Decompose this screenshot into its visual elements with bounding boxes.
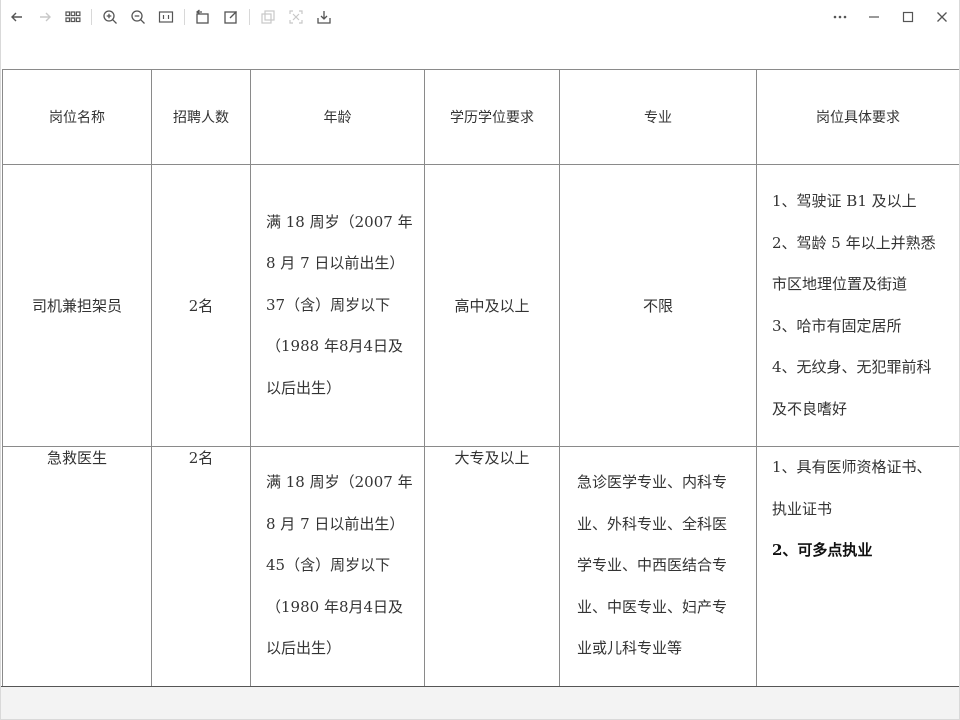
header-education: 学历学位要求: [424, 69, 560, 165]
toolbar-separator: [184, 9, 185, 25]
requirement-line: 及不良嗜好: [772, 399, 848, 418]
requirement-lines: 1、驾驶证 B1 及以上 2、驾龄 5 年以上并熟悉 市区地理位置及街道 3、哈…: [757, 181, 959, 430]
crop-icon[interactable]: [282, 3, 310, 31]
requirement-line-bold: 2、可多点执业: [772, 541, 873, 559]
requirement-lines: 1、具有医师资格证书、 执业证书 2、可多点执业: [757, 447, 959, 572]
cell-requirements: 1、驾驶证 B1 及以上 2、驾龄 5 年以上并熟悉 市区地理位置及街道 3、哈…: [756, 164, 959, 447]
requirement-line: 执业证书: [772, 499, 833, 518]
more-icon[interactable]: [823, 3, 857, 31]
cell-education: 大专及以上: [424, 446, 560, 688]
zoom-in-icon[interactable]: [96, 3, 124, 31]
page-gap: [1, 686, 959, 719]
window-controls: [823, 0, 959, 34]
header-major: 专业: [559, 69, 757, 165]
major-line: 业或儿科专业等: [577, 639, 683, 657]
age-line: 满 18 周岁（2007 年: [266, 212, 413, 231]
cell-position: 急救医生: [2, 446, 152, 688]
header-age: 年龄: [250, 69, 425, 165]
major-line: 学专业、中西医结合专: [577, 556, 728, 574]
requirement-line: 3、哈市有固定居所: [772, 316, 902, 335]
cell-major: 不限: [559, 164, 757, 447]
age-line: 37（含）周岁以下: [266, 295, 391, 314]
header-position: 岗位名称: [2, 69, 152, 165]
age-lines: 满 18 周岁（2007 年 8 月 7 日以前出生） 45（含）周岁以下 （1…: [251, 447, 424, 670]
age-line: （1988 年8月4日及: [266, 337, 404, 356]
major-line: 业、外科专业、全科医: [577, 514, 728, 533]
age-line: 8 月 7 日以前出生）: [266, 254, 405, 273]
cell-major: 急诊医学专业、内科专 业、外科专业、全科医 学专业、中西医结合专 业、中医专业、…: [559, 446, 757, 688]
document-viewport[interactable]: 岗位名称 招聘人数 年龄 学历学位要求 专业 岗位具体要求 司机兼担架员 2名 …: [1, 34, 959, 719]
edit-icon[interactable]: [217, 3, 245, 31]
actual-size-icon[interactable]: [152, 3, 180, 31]
table-row: 急救医生 2名 满 18 周岁（2007 年 8 月 7 日以前出生） 45（含…: [2, 446, 959, 688]
cell-requirements: 1、具有医师资格证书、 执业证书 2、可多点执业: [756, 446, 959, 688]
requirement-line: 1、具有医师资格证书、: [772, 458, 932, 476]
requirement-line: 1、驾驶证 B1 及以上: [772, 192, 917, 210]
age-line: 8 月 7 日以前出生）: [266, 514, 405, 533]
requirement-line: 市区地理位置及街道: [772, 275, 908, 293]
download-icon[interactable]: [310, 3, 338, 31]
requirement-line: 4、无纹身、无犯罪前科: [772, 358, 932, 376]
age-line: 以后出生）: [266, 378, 342, 397]
toolbar: [1, 0, 959, 34]
age-line: 以后出生）: [266, 639, 342, 657]
cell-count: 2名: [151, 446, 251, 688]
maximize-icon[interactable]: [891, 3, 925, 31]
cell-position: 司机兼担架员: [2, 164, 152, 447]
back-arrow-icon[interactable]: [3, 3, 31, 31]
table-row: 司机兼担架员 2名 满 18 周岁（2007 年 8 月 7 日以前出生） 37…: [2, 164, 959, 447]
header-count: 招聘人数: [151, 69, 251, 165]
header-requirements: 岗位具体要求: [756, 69, 959, 165]
age-line: （1980 年8月4日及: [266, 597, 404, 616]
minimize-icon[interactable]: [857, 3, 891, 31]
copy-icon[interactable]: [254, 3, 282, 31]
table-header-row: 岗位名称 招聘人数 年龄 学历学位要求 专业 岗位具体要求: [2, 69, 959, 165]
toolbar-separator: [249, 9, 250, 25]
job-table: 岗位名称 招聘人数 年龄 学历学位要求 专业 岗位具体要求 司机兼担架员 2名 …: [2, 69, 959, 688]
requirement-line: 2、驾龄 5 年以上并熟悉: [772, 233, 936, 252]
cell-age: 满 18 周岁（2007 年 8 月 7 日以前出生） 37（含）周岁以下 （1…: [250, 164, 425, 447]
major-line: 业、中医专业、妇产专: [577, 597, 728, 616]
age-line: 满 18 周岁（2007 年: [266, 473, 413, 491]
toolbar-separator: [91, 9, 92, 25]
grid-view-icon[interactable]: [59, 3, 87, 31]
major-lines: 急诊医学专业、内科专 业、外科专业、全科医 学专业、中西医结合专 业、中医专业、…: [560, 447, 756, 670]
cell-education: 高中及以上: [424, 164, 560, 447]
cell-age: 满 18 周岁（2007 年 8 月 7 日以前出生） 45（含）周岁以下 （1…: [250, 446, 425, 688]
close-icon[interactable]: [925, 3, 959, 31]
age-line: 45（含）周岁以下: [266, 556, 391, 574]
major-line: 急诊医学专业、内科专: [577, 473, 728, 491]
viewer-window: 岗位名称 招聘人数 年龄 学历学位要求 专业 岗位具体要求 司机兼担架员 2名 …: [0, 0, 960, 720]
forward-arrow-icon[interactable]: [31, 3, 59, 31]
zoom-out-icon[interactable]: [124, 3, 152, 31]
age-lines: 满 18 周岁（2007 年 8 月 7 日以前出生） 37（含）周岁以下 （1…: [251, 202, 424, 410]
cell-count: 2名: [151, 164, 251, 447]
rotate-icon[interactable]: [189, 3, 217, 31]
